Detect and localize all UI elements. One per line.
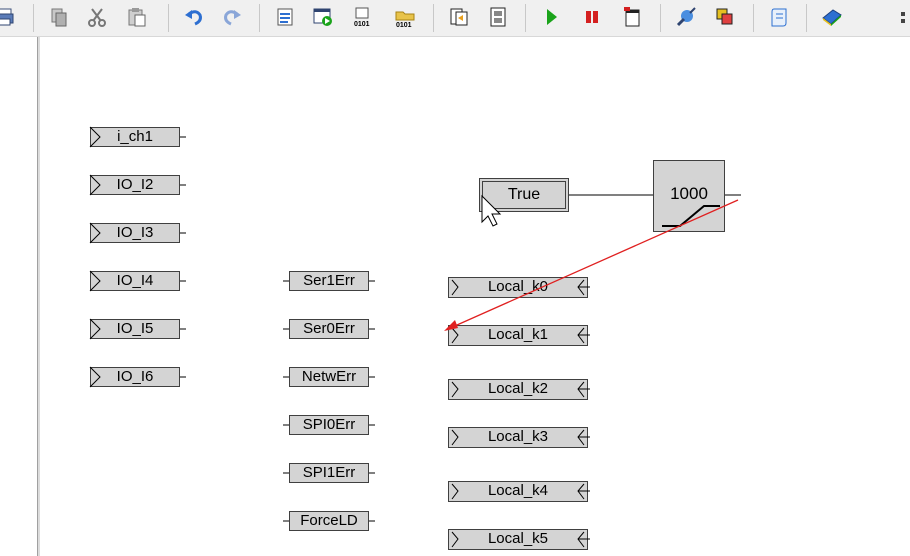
mouse-cursor-icon [481, 194, 502, 227]
drag-arrow-head [444, 320, 458, 331]
ramp-icon [662, 205, 720, 227]
diagram-overlay [444, 194, 741, 331]
